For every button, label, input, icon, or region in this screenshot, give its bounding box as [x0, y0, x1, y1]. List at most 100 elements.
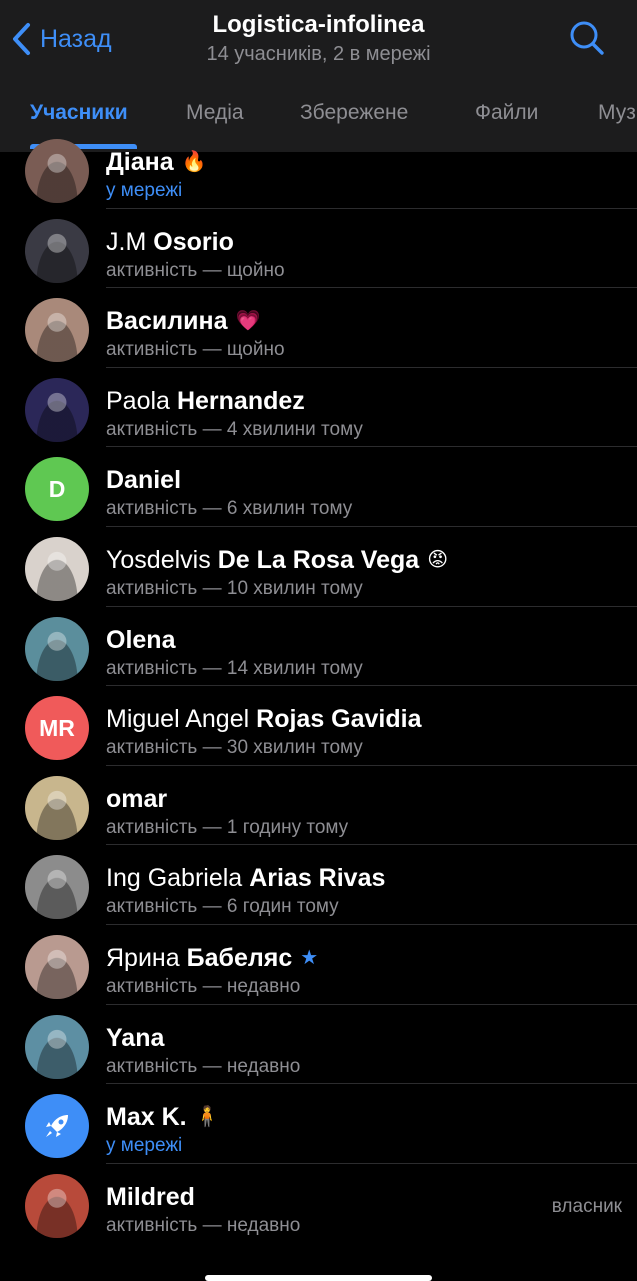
tab-music[interactable]: Муз	[598, 100, 636, 126]
member-name: J.M Osorio	[106, 227, 234, 257]
photo-avatar	[25, 616, 89, 681]
member-status: активність — недавно	[106, 975, 301, 997]
member-name: Ing Gabriela Arias Rivas	[106, 863, 385, 893]
member-first-name: Max K.	[106, 1103, 187, 1132]
avatar[interactable]: D	[25, 457, 89, 522]
member-status: активність — щойно	[106, 339, 285, 361]
member-first-name: Miguel Angel	[106, 705, 250, 734]
avatar[interactable]	[25, 855, 89, 920]
member-row[interactable]: J.M Osorio активність — щойно	[0, 209, 637, 289]
member-role: власник	[551, 1195, 622, 1217]
avatar[interactable]	[25, 1094, 89, 1159]
member-last-name: Rojas Gavidia	[256, 705, 422, 734]
member-status: активність — 6 хвилин тому	[106, 498, 353, 520]
member-first-name: Paola	[106, 386, 170, 415]
member-last-name: Osorio	[153, 227, 234, 256]
member-row[interactable]: Василина 💗 активність — щойно	[0, 288, 637, 368]
member-status: активність — щойно	[106, 259, 285, 281]
member-status: активність — недавно	[106, 1214, 301, 1236]
photo-avatar	[25, 218, 89, 283]
photo-avatar	[25, 1014, 89, 1079]
photo-avatar	[25, 855, 89, 920]
member-name: Miguel Angel Rojas Gavidia	[106, 704, 422, 734]
avatar[interactable]	[25, 934, 89, 999]
avatar[interactable]	[25, 616, 89, 681]
member-name: Max K. 🧍	[106, 1102, 220, 1132]
member-list: Діана 🔥 у мережі J.M Osorio активність — щойн…	[0, 129, 637, 1243]
member-first-name: Yana	[106, 1023, 165, 1052]
search-icon	[570, 21, 604, 55]
member-name: Daniel	[106, 465, 181, 495]
angry-emoji[interactable]: 😡	[427, 550, 448, 570]
member-row[interactable]: Yana активність — недавно	[0, 1005, 637, 1085]
avatar[interactable]	[25, 536, 89, 601]
photo-avatar	[25, 775, 89, 840]
member-name: Yosdelvis De La Rosa Vega 😡	[106, 545, 448, 575]
member-first-name: omar	[106, 784, 168, 813]
member-status: активність — 4 хвилини тому	[106, 418, 363, 440]
avatar[interactable]	[25, 218, 89, 283]
photo-avatar	[25, 139, 89, 203]
avatar-initials: MR	[39, 714, 75, 741]
photo-avatar	[25, 377, 89, 442]
member-status: у мережі	[106, 1135, 183, 1157]
rocket-icon	[46, 1115, 68, 1138]
member-first-name: Ярина	[106, 943, 180, 972]
search-button[interactable]	[567, 18, 607, 58]
member-first-name: Yosdelvis	[106, 545, 211, 574]
member-row[interactable]: Ярина Бабеляс ★ активність — недавно	[0, 925, 637, 1005]
member-status: у мережі	[106, 180, 183, 201]
member-status: активність — 30 хвилин тому	[106, 737, 363, 759]
member-name: Діана 🔥	[106, 147, 207, 177]
member-row[interactable]: Olena активність — 14 хвилин тому	[0, 607, 637, 687]
member-name: Yana	[106, 1023, 164, 1053]
fire-emoji[interactable]: 🔥	[182, 152, 207, 172]
figure-emoji[interactable]: 🧍	[195, 1107, 220, 1127]
member-first-name: J.M	[106, 227, 147, 256]
avatar-initials: D	[48, 475, 66, 502]
member-first-name: Василина	[106, 307, 228, 336]
member-count: 14 учасників, 2 в мережі	[206, 43, 431, 65]
avatar[interactable]	[25, 775, 89, 840]
member-first-name: Діана	[106, 148, 174, 176]
page-title: Logistica-infolinea	[212, 11, 425, 38]
avatar[interactable]	[25, 298, 89, 363]
member-name: Mildred	[106, 1182, 195, 1212]
member-last-name: Arias Rivas	[249, 864, 386, 893]
member-row[interactable]: Max K. 🧍 у мережі	[0, 1084, 637, 1164]
member-row[interactable]: Paola Hernandez активність — 4 хвилини том…	[0, 368, 637, 448]
chat-title-block[interactable]: Logistica-infolinea 14 учасників, 2 в ме…	[0, 10, 637, 68]
member-first-name: Olena	[106, 625, 176, 654]
tab-media[interactable]: Медіа	[186, 100, 244, 126]
member-status: активність — недавно	[106, 1055, 301, 1077]
tab-members[interactable]: Учасники	[30, 100, 128, 126]
star-emoji[interactable]: ★	[300, 948, 318, 968]
member-name: omar	[106, 784, 167, 814]
member-row[interactable]: Діана 🔥 у мережі	[0, 129, 637, 209]
tab-saved[interactable]: Збережене	[300, 100, 408, 126]
photo-avatar	[25, 536, 89, 601]
member-row[interactable]: D Daniel активність — 6 хвилин тому	[0, 447, 637, 527]
avatar[interactable]	[25, 1014, 89, 1079]
member-row[interactable]: Mildred активність — недавно власник	[0, 1164, 637, 1244]
member-status: активність — 6 годин тому	[106, 896, 339, 918]
pink-emoji[interactable]: 💗	[235, 311, 260, 331]
member-status: активність — 14 хвилин тому	[106, 657, 363, 679]
member-row[interactable]: Ing Gabriela Arias Rivas активність — 6 го…	[0, 845, 637, 925]
member-row[interactable]: omar активність — 1 годину тому	[0, 766, 637, 846]
avatar[interactable]	[25, 1173, 89, 1238]
avatar[interactable]: MR	[25, 696, 89, 761]
home-indicator	[205, 1275, 432, 1281]
member-name: Olena	[106, 625, 175, 655]
member-row[interactable]: MR Miguel Angel Rojas Gavidia активність — …	[0, 686, 637, 766]
member-first-name: Ing Gabriela	[106, 864, 243, 893]
member-first-name: Daniel	[106, 466, 182, 495]
avatar[interactable]	[25, 139, 89, 203]
member-last-name: De La Rosa Vega	[217, 545, 420, 574]
member-name: Ярина Бабеляс ★	[106, 943, 318, 973]
photo-avatar	[25, 934, 89, 999]
avatar[interactable]	[25, 377, 89, 442]
tab-files[interactable]: Файли	[475, 100, 538, 126]
member-last-name: Hernandez	[176, 386, 305, 415]
member-row[interactable]: Yosdelvis De La Rosa Vega 😡 активність — 10…	[0, 527, 637, 607]
